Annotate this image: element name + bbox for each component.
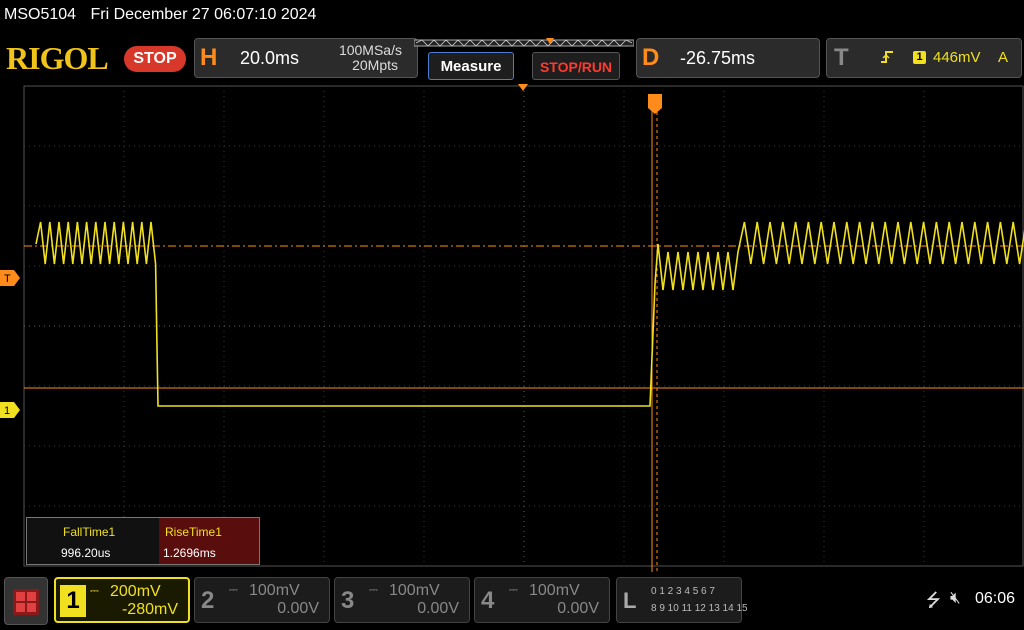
channel3-box[interactable]: 3 ⎓ 100mV 0.00V xyxy=(334,577,470,623)
trigger-source-badge: 1 xyxy=(913,51,926,64)
sample-rate: 100MSa/s xyxy=(338,42,402,58)
measurement-rise-time[interactable]: RiseTime1 1.2696ms xyxy=(159,518,259,564)
dc-coupling-icon: ⎓ xyxy=(90,585,99,597)
channel-number: 3 xyxy=(341,587,355,614)
horizontal-label: H xyxy=(200,44,218,71)
channel4-box[interactable]: 4 ⎓ 100mV 0.00V xyxy=(474,577,610,623)
speaker-muted-icon[interactable]: 🔇︎ xyxy=(950,588,961,608)
measurement-value: 996.20us xyxy=(61,546,111,560)
delay-value: -26.75ms xyxy=(680,48,756,68)
measurement-value: 1.2696ms xyxy=(163,546,216,560)
channel-scale: 100mV xyxy=(529,582,580,599)
channel2-box[interactable]: 2 ⎓ 100mV 0.00V xyxy=(194,577,330,623)
measurement-panel[interactable]: FallTime1 996.20us RiseTime1 1.2696ms xyxy=(26,517,260,565)
logic-label: L xyxy=(623,588,637,613)
memory-depth: 20Mpts xyxy=(352,57,398,73)
channel-scale: 200mV xyxy=(110,583,161,600)
channel-scale: 100mV xyxy=(389,582,440,599)
rising-edge-icon xyxy=(881,51,893,63)
measure-button[interactable]: Measure xyxy=(428,52,514,80)
trigger-level: 446mV xyxy=(933,49,981,66)
channel1-box[interactable]: 1 ⎓ 200mV -280mV xyxy=(54,577,190,623)
dc-coupling-icon: ⎓ xyxy=(229,584,238,596)
channel-number: 1 xyxy=(60,585,86,617)
trigger-position-marker xyxy=(518,84,528,91)
waveform-display[interactable] xyxy=(0,84,1024,572)
channel-offset: 0.00V xyxy=(417,600,459,617)
rigol-logo: RIGOL xyxy=(6,40,109,76)
measurement-fall-time[interactable]: FallTime1 996.20us xyxy=(57,518,161,564)
timebase-value: 20.0ms xyxy=(240,48,300,68)
channel-offset: 0.00V xyxy=(557,600,599,617)
main-menu-button[interactable] xyxy=(4,577,48,625)
channel-offset: 0.00V xyxy=(277,600,319,617)
logic-channels-low: 0 1 2 3 4 5 6 7 xyxy=(651,586,715,597)
delay-marker-icon xyxy=(648,94,662,114)
status-line: MSO5104 Fri December 27 06:07:10 2024 xyxy=(4,6,326,24)
trigger-label: T xyxy=(834,44,849,71)
channel-offset: -280mV xyxy=(121,601,178,618)
channel1-offset-marker[interactable]: 1 xyxy=(0,402,20,418)
datetime: Fri December 27 06:07:10 2024 xyxy=(90,6,317,23)
channel1-waveform xyxy=(35,221,1024,407)
stop-run-button[interactable]: STOP/RUN xyxy=(532,52,620,80)
trigger-level-marker[interactable]: T xyxy=(0,270,20,286)
run-state-badge[interactable]: STOP xyxy=(124,46,186,72)
logic-analyzer-box[interactable]: L 0 1 2 3 4 5 6 7 8 9 10 11 12 13 14 15 xyxy=(616,577,748,623)
system-clock: 06:06 xyxy=(975,590,1016,607)
graticule-grid xyxy=(23,85,1024,567)
usb-icon[interactable]: ⭍ xyxy=(926,588,941,618)
channel-number: 4 xyxy=(481,587,495,614)
channel-number: 2 xyxy=(201,587,215,614)
dc-coupling-icon: ⎓ xyxy=(509,584,518,596)
svg-text:T: T xyxy=(4,273,11,285)
measurement-name: FallTime1 xyxy=(63,525,116,539)
memory-position-bar[interactable] xyxy=(414,38,634,48)
dc-coupling-icon: ⎓ xyxy=(369,584,378,596)
channel-scale: 100mV xyxy=(249,582,300,599)
measurement-name: RiseTime1 xyxy=(165,525,222,539)
logic-channels-high: 8 9 10 11 12 13 14 15 xyxy=(651,603,748,614)
delay-label: D xyxy=(642,44,660,71)
svg-text:1: 1 xyxy=(4,405,10,417)
model-name: MSO5104 xyxy=(4,6,77,23)
trigger-mode: A xyxy=(998,49,1009,66)
